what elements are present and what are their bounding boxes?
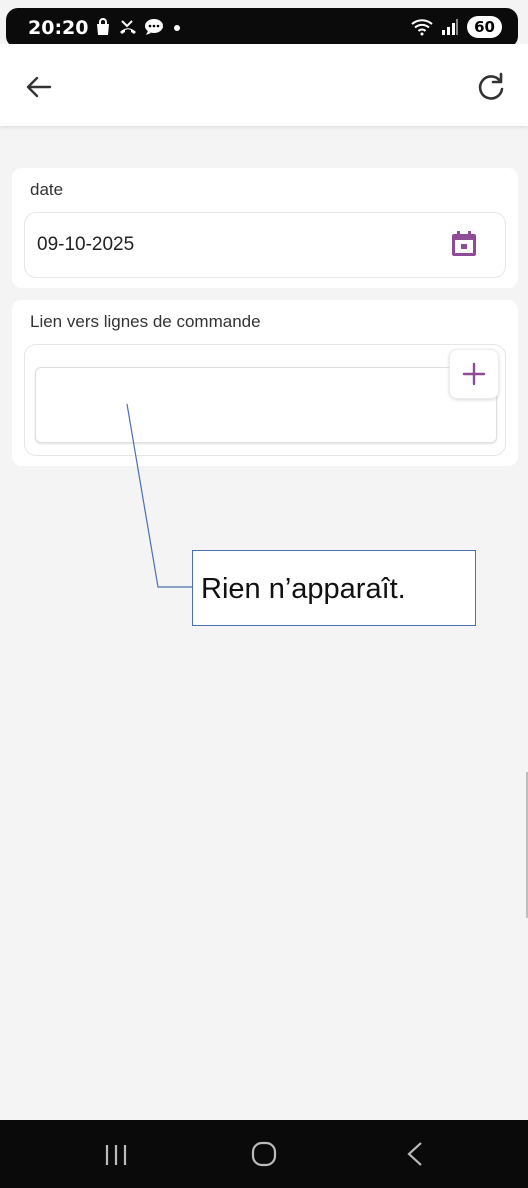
recent-apps-icon[interactable] [96, 1138, 136, 1172]
annotation-text: Rien n’apparaît. [201, 573, 406, 605]
annotation-callout: Rien n’apparaît. [192, 550, 476, 626]
back-icon[interactable] [396, 1138, 436, 1172]
home-icon[interactable] [244, 1138, 284, 1172]
navigation-bar [0, 1120, 528, 1188]
